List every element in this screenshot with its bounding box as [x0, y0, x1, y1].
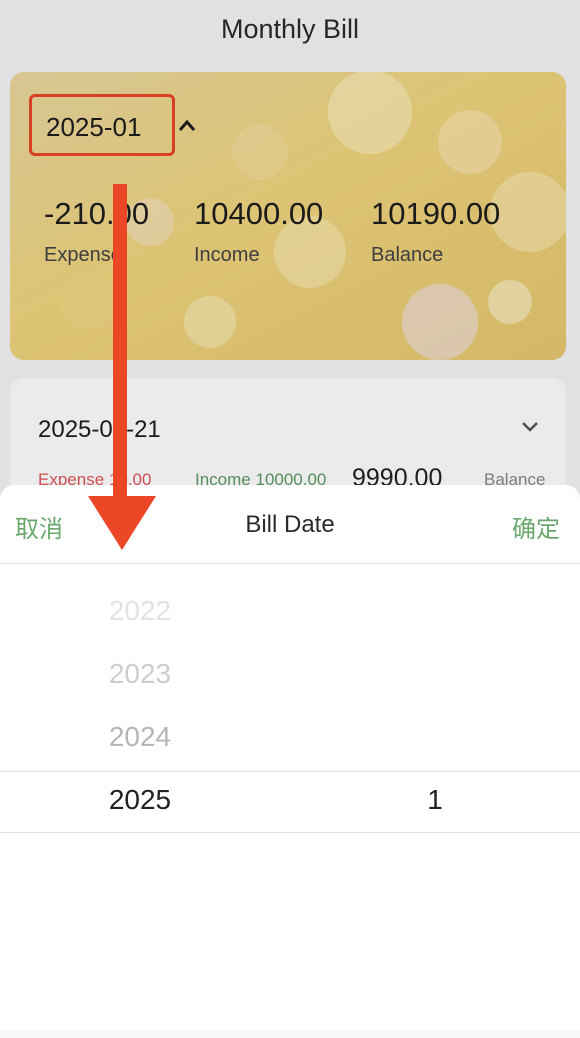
picker-title: Bill Date: [245, 511, 335, 538]
date-picker-sheet: 取消 Bill Date 确定 2022 2023 2024 2025 1: [0, 485, 580, 1038]
selected-year[interactable]: 2025: [65, 784, 215, 816]
selection-bottom-line: [0, 832, 580, 833]
bottom-safe-area: [0, 1030, 580, 1038]
selection-top-line: [0, 771, 580, 772]
date-picker-wheel[interactable]: 2022 2023 2024 2025 1: [0, 564, 580, 1038]
selected-month[interactable]: 1: [360, 784, 510, 816]
picker-header: 取消 Bill Date 确定: [0, 485, 580, 564]
year-option[interactable]: 2023: [65, 658, 215, 690]
confirm-button[interactable]: 确定: [512, 509, 560, 544]
year-option[interactable]: 2022: [65, 595, 215, 627]
year-option[interactable]: 2024: [65, 721, 215, 753]
